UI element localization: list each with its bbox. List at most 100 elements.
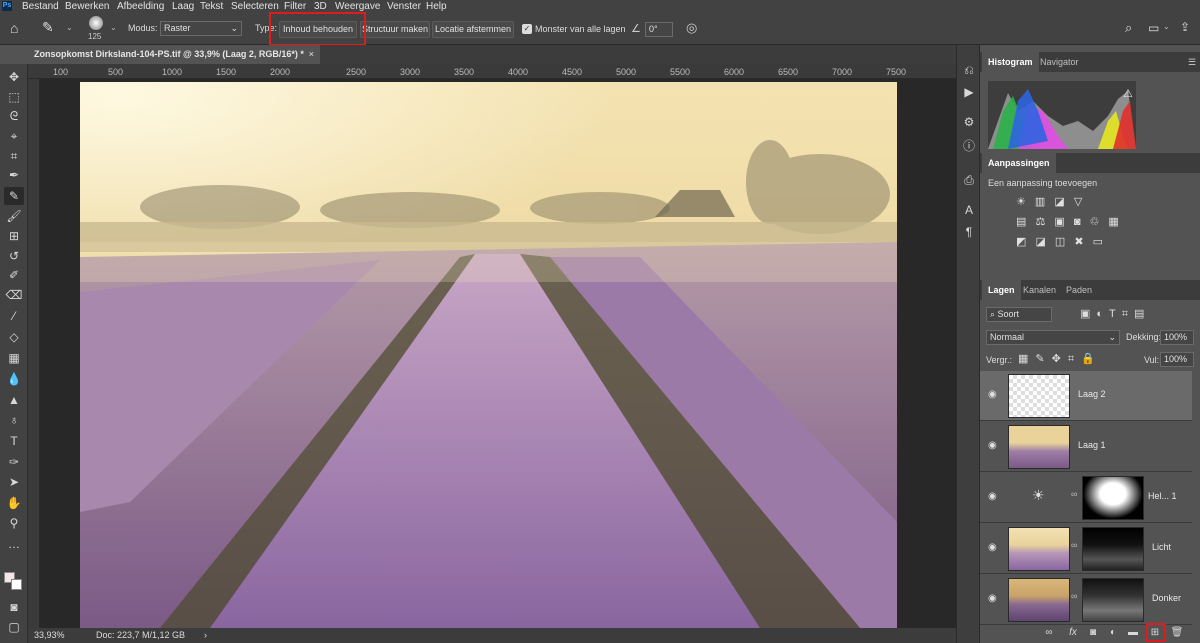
visibility-eye-icon[interactable]: ◉ [988, 542, 997, 553]
add-mask-icon[interactable]: ◙ [1086, 627, 1100, 639]
lock-icons[interactable]: ▦✎✥⌗🔒 [1018, 352, 1102, 366]
tool-preset-chevron-icon[interactable]: ⌄ [66, 23, 73, 32]
stamp-tool-icon[interactable]: ⊞ [4, 227, 24, 245]
hand-tool-icon[interactable]: ✋ [4, 494, 24, 512]
more-tools-icon[interactable]: … [4, 535, 24, 553]
brush-chevron-icon[interactable]: ⌄ [110, 23, 117, 32]
tab-histogram[interactable]: Histogram [982, 52, 1039, 72]
menu-bestand[interactable]: Bestand [22, 0, 59, 13]
chevron-down-icon: ⌄ [230, 23, 238, 33]
angle-field[interactable]: 0° [645, 22, 673, 37]
home-icon[interactable]: ⌂ [10, 20, 18, 36]
mode-select[interactable]: Raster ⌄ [160, 21, 242, 36]
layer-row[interactable]: ◉ ∞ Donker [980, 575, 1192, 625]
fx-icon[interactable]: fx [1066, 627, 1080, 639]
tab-paths[interactable]: Paden [1060, 280, 1098, 300]
sponge-tool-icon[interactable]: ♁ [4, 411, 24, 429]
tab-layers[interactable]: Lagen [982, 280, 1021, 300]
brush-tool-icon[interactable]: 🖌 [4, 207, 24, 225]
type-tool-icon[interactable]: T [4, 432, 24, 450]
info-icon[interactable]: ⓘ [960, 137, 978, 155]
new-group-icon[interactable]: ▬ [1126, 627, 1140, 639]
workspace-icon[interactable]: ▭ [1148, 21, 1159, 35]
paragraph-icon[interactable]: ¶ [960, 223, 978, 241]
opacity-field[interactable]: 100% [1160, 330, 1194, 345]
brush-pressure-icon[interactable]: ◎ [686, 20, 697, 36]
background-color-swatch[interactable] [11, 579, 22, 590]
eyedropper-tool-icon[interactable]: ✒ [4, 166, 24, 184]
fill-field[interactable]: 100% [1160, 352, 1194, 367]
layer-filter-select[interactable]: ⌕ Soort [986, 307, 1052, 322]
properties-icon[interactable]: ⚙ [960, 113, 978, 131]
new-adjustment-icon[interactable]: ◐ [1106, 627, 1120, 639]
doc-size: Doc: 223,7 M/1,12 GB [96, 630, 186, 640]
path-select-tool-icon[interactable]: ➤ [4, 473, 24, 491]
visibility-eye-icon[interactable]: ◉ [988, 491, 997, 502]
tab-navigator[interactable]: Navigator [1034, 52, 1085, 72]
layer-row[interactable]: ◉ ☀ ∞ Hel... 1 [980, 473, 1192, 523]
eraser-tool-icon[interactable]: ⌫ [4, 286, 24, 304]
warning-icon[interactable]: ⚠ [1123, 87, 1133, 100]
search-icon[interactable]: ⌕ [1125, 20, 1132, 36]
match-location-button[interactable]: Locatie afstemmen [432, 21, 514, 38]
close-icon[interactable]: × [309, 45, 314, 64]
panel-menu-icon[interactable]: ☰ [1188, 57, 1196, 68]
menu-afbeelding[interactable]: Afbeelding [117, 0, 164, 13]
zoom-level[interactable]: 33,93% [34, 628, 65, 643]
menu-laag[interactable]: Laag [172, 0, 194, 13]
tab-adjustments[interactable]: Aanpassingen [982, 153, 1056, 173]
clone-source-icon[interactable]: ⎙ [960, 171, 978, 189]
document-tab[interactable]: Zonsopkomst Dirksland-104-PS.tif @ 33,9%… [28, 45, 320, 64]
mixer-brush-tool-icon[interactable]: ⁄ [4, 307, 24, 325]
menu-help[interactable]: Help [426, 0, 447, 13]
trash-icon[interactable]: 🗑 [1170, 627, 1184, 639]
art-history-tool-icon[interactable]: ✐ [4, 266, 24, 284]
gradient-tool-icon[interactable]: ▦ [4, 349, 24, 367]
zoom-tool-icon[interactable]: ⚲ [4, 514, 24, 532]
pen-tool-icon[interactable]: ✑ [4, 453, 24, 471]
ruler-mark: 5000 [616, 67, 637, 77]
share-icon[interactable]: ⇪ [1180, 20, 1190, 34]
blend-mode-select[interactable]: Normaal ⌄ [986, 330, 1120, 345]
layer-filter-icons[interactable]: ▣◐T⌗▤ [1080, 307, 1150, 321]
layer-row[interactable]: ◉ Laag 1 [980, 422, 1192, 472]
blur-tool-icon[interactable]: 💧 [4, 370, 24, 388]
panel-dock-column: ⎌ ▶ ⚙ ⓘ ⎙ A ¶ [956, 45, 980, 643]
history-icon[interactable]: ⎌ [960, 61, 978, 79]
screen-mode-icon[interactable]: ▢ [4, 618, 24, 636]
adjustment-icons[interactable]: ☀ ▥ ◪ ▽ ▤ ⚖ ▣ ◙ ♲ ▦ ◩ ◪ ◫ ✖ ▭ [1016, 192, 1126, 252]
patch-tool-icon[interactable]: ✎ [42, 19, 54, 36]
link-layers-icon[interactable]: ∞ [1042, 627, 1056, 639]
visibility-eye-icon[interactable]: ◉ [988, 440, 997, 451]
create-structure-button[interactable]: Structuur maken [360, 21, 430, 38]
actions-play-icon[interactable]: ▶ [960, 83, 978, 101]
workspace-chevron-icon[interactable]: ⌄ [1163, 22, 1170, 31]
crop-tool-icon[interactable]: ⌗ [4, 147, 24, 165]
patch-tool-icon[interactable]: ✎ [4, 187, 24, 205]
lasso-tool-icon[interactable]: ᘓ [4, 107, 24, 125]
layer-mask-thumbnail [1082, 578, 1144, 622]
tulip-field-photo[interactable] [80, 82, 897, 628]
character-icon[interactable]: A [960, 201, 978, 219]
menu-venster[interactable]: Venster [387, 0, 421, 13]
visibility-eye-icon[interactable]: ◉ [988, 389, 997, 400]
dodge-tool-icon[interactable]: ▲ [4, 391, 24, 409]
layer-row[interactable]: ◉ ∞ Licht [980, 524, 1192, 574]
quick-mask-icon[interactable]: ◙ [4, 598, 24, 616]
layer-thumbnail [1008, 425, 1070, 469]
sample-all-checkbox[interactable]: ✓ [522, 24, 532, 34]
tab-channels[interactable]: Kanalen [1017, 280, 1062, 300]
layer-row[interactable]: ◉ Laag 2 [980, 371, 1192, 421]
brush-size-value: 125 [88, 32, 102, 41]
move-tool-icon[interactable]: ✥ [4, 68, 24, 86]
menu-tekst[interactable]: Tekst [200, 0, 223, 13]
quick-select-tool-icon[interactable]: ⌖ [4, 127, 24, 145]
status-menu-arrow[interactable]: › [204, 628, 207, 643]
visibility-eye-icon[interactable]: ◉ [988, 593, 997, 604]
brush-preview-icon[interactable] [89, 16, 103, 30]
marquee-tool-icon[interactable]: ⬚ [4, 88, 24, 106]
eraser-tool-icon[interactable]: ◇ [4, 328, 24, 346]
menu-bewerken[interactable]: Bewerken [65, 0, 109, 13]
history-brush-tool-icon[interactable]: ↺ [4, 247, 24, 265]
layer-name: Donker [1152, 593, 1182, 603]
